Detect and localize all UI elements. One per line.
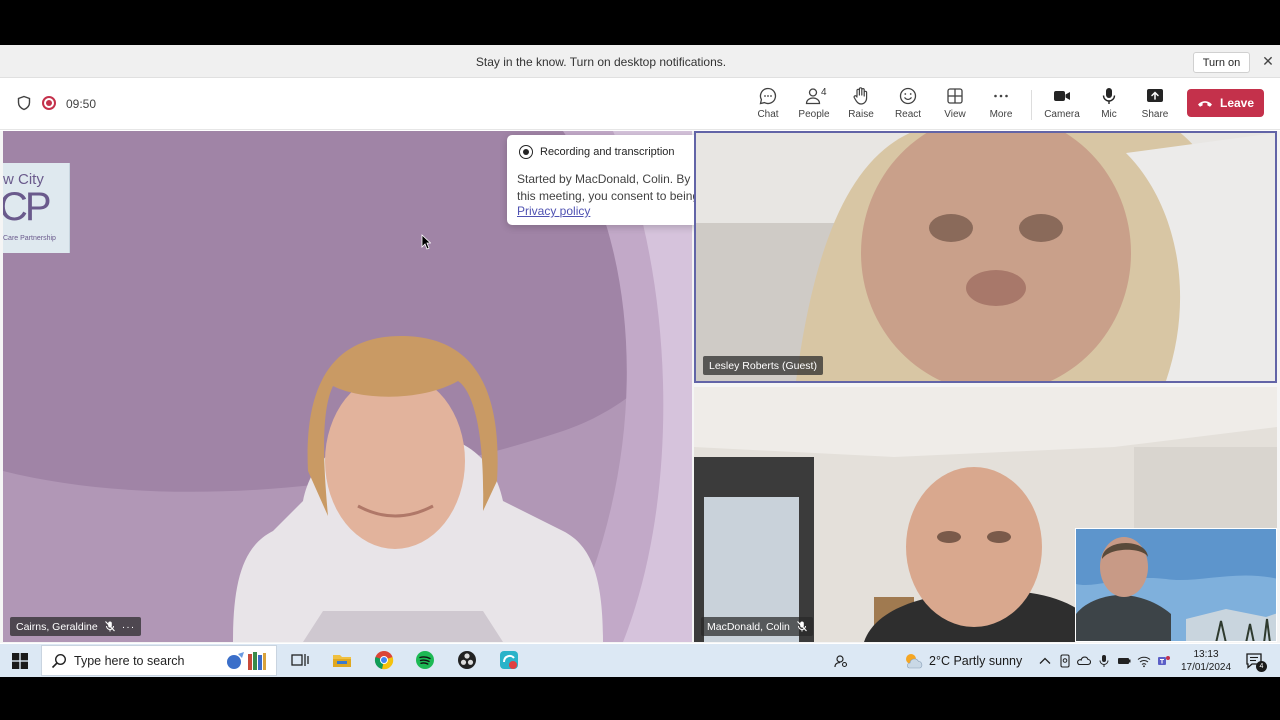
notification-count-badge: 4: [1256, 661, 1267, 672]
books-icon: [248, 651, 267, 670]
mic-muted-icon: [104, 621, 115, 632]
phone-link-icon[interactable]: [1058, 654, 1072, 668]
chat-icon: [759, 87, 777, 105]
search-placeholder: Type here to search: [74, 653, 185, 668]
participant-name: Cairns, Geraldine: [16, 620, 98, 633]
people-label: People: [798, 109, 830, 120]
raise-label: Raise: [848, 109, 874, 120]
participant-more-icon[interactable]: ···: [122, 621, 136, 633]
app-icon[interactable]: [499, 650, 519, 670]
weather-text: 2°C Partly sunny: [929, 654, 1023, 668]
mouse-cursor-icon: [421, 234, 431, 250]
onedrive-icon[interactable]: [1077, 654, 1091, 668]
shield-icon: [17, 95, 31, 111]
participant-name: MacDonald, Colin: [707, 620, 790, 633]
recording-icon: [519, 145, 533, 159]
grid-view-icon: [947, 88, 963, 104]
teams-tray-icon[interactable]: [1157, 654, 1171, 668]
video-stage: w City CP Care Partnership Cairns, Geral…: [0, 131, 1280, 643]
chat-button[interactable]: Chat: [746, 86, 790, 126]
teams-meeting-window: Stay in the know. Turn on desktop notifi…: [0, 45, 1280, 677]
microphone-icon[interactable]: [1097, 654, 1111, 668]
search-highlight-icon[interactable]: [224, 650, 246, 672]
participant-name: Lesley Roberts (Guest): [709, 359, 817, 372]
recording-indicator-icon: [42, 96, 56, 110]
meeting-timer: 09:50: [66, 97, 97, 111]
file-explorer-icon[interactable]: [332, 650, 352, 670]
turn-on-button[interactable]: Turn on: [1193, 52, 1250, 73]
mic-label: Mic: [1101, 109, 1117, 120]
video-feed: [696, 133, 1275, 381]
microphone-icon: [1102, 88, 1116, 104]
participant-name-tag: Cairns, Geraldine ···: [10, 617, 142, 636]
mic-button[interactable]: Mic: [1087, 86, 1131, 126]
hang-up-icon: [1197, 101, 1212, 107]
more-button[interactable]: More: [979, 86, 1023, 126]
react-label: React: [894, 109, 922, 120]
battery-icon[interactable]: [1117, 654, 1131, 668]
logo-text-sub: Care Partnership: [3, 235, 56, 242]
chevron-up-icon[interactable]: [1038, 654, 1052, 668]
camera-icon: [1054, 91, 1070, 101]
chrome-icon[interactable]: [374, 650, 394, 670]
privacy-policy-link[interactable]: Privacy policy: [517, 204, 590, 218]
participant-name-tag: Lesley Roberts (Guest): [703, 356, 823, 375]
partly-sunny-icon: [906, 654, 923, 669]
task-view-icon[interactable]: [290, 650, 310, 670]
share-screen-icon: [1147, 89, 1163, 102]
mic-muted-icon: [796, 621, 807, 632]
more-icon: [994, 94, 1008, 98]
meeting-toolbar: 09:50 Chat 4 People Raise React View Mor…: [0, 78, 1280, 130]
clock-time: 13:13: [1193, 649, 1219, 660]
logo-text-cp: CP: [3, 185, 52, 229]
weather-widget[interactable]: 2°C Partly sunny: [903, 652, 1022, 670]
more-label: More: [989, 109, 1013, 120]
smiley-icon: [899, 87, 917, 105]
clock-date: 17/01/2024: [1180, 662, 1232, 673]
windows-taskbar: Type here to search 2°C Partly sunny 13:…: [0, 644, 1280, 677]
spotify-icon[interactable]: [415, 650, 435, 670]
view-button[interactable]: View: [933, 86, 977, 126]
wifi-icon[interactable]: [1137, 654, 1151, 668]
system-clock[interactable]: 13:13 17/01/2024: [1172, 648, 1240, 674]
obs-studio-icon[interactable]: [457, 650, 477, 670]
people-button[interactable]: 4 People: [792, 86, 836, 126]
search-icon: [51, 653, 67, 668]
camera-label: Camera: [1044, 109, 1080, 120]
toolbar-divider: [1031, 90, 1032, 120]
share-button[interactable]: Share: [1133, 86, 1177, 126]
leave-label: Leave: [1219, 96, 1255, 110]
windows-start-icon[interactable]: [12, 653, 28, 669]
toast-title: Recording and transcription: [540, 146, 675, 158]
participant-name-tag: MacDonald, Colin: [701, 617, 813, 636]
chat-label: Chat: [757, 109, 779, 120]
taskbar-search-box[interactable]: Type here to search: [41, 645, 277, 676]
partnership-logo: w City CP Care Partnership: [3, 163, 70, 253]
camera-button[interactable]: Camera: [1040, 86, 1084, 126]
video-feed: [1076, 529, 1276, 641]
share-label: Share: [1141, 109, 1169, 120]
raise-hand-icon: [853, 87, 868, 105]
leave-button[interactable]: Leave: [1187, 89, 1264, 117]
close-icon[interactable]: ✕: [1260, 53, 1276, 69]
view-label: View: [944, 109, 966, 120]
raise-hand-button[interactable]: Raise: [839, 86, 883, 126]
people-count-badge: 4: [821, 87, 827, 98]
react-button[interactable]: React: [886, 86, 930, 126]
people-search-icon[interactable]: [834, 654, 848, 668]
notification-banner: Stay in the know. Turn on desktop notifi…: [0, 45, 1280, 78]
self-view-video[interactable]: [1075, 528, 1277, 642]
video-tile-lesley-roberts[interactable]: Lesley Roberts (Guest): [694, 131, 1277, 383]
banner-message: Stay in the know. Turn on desktop notifi…: [475, 55, 727, 69]
